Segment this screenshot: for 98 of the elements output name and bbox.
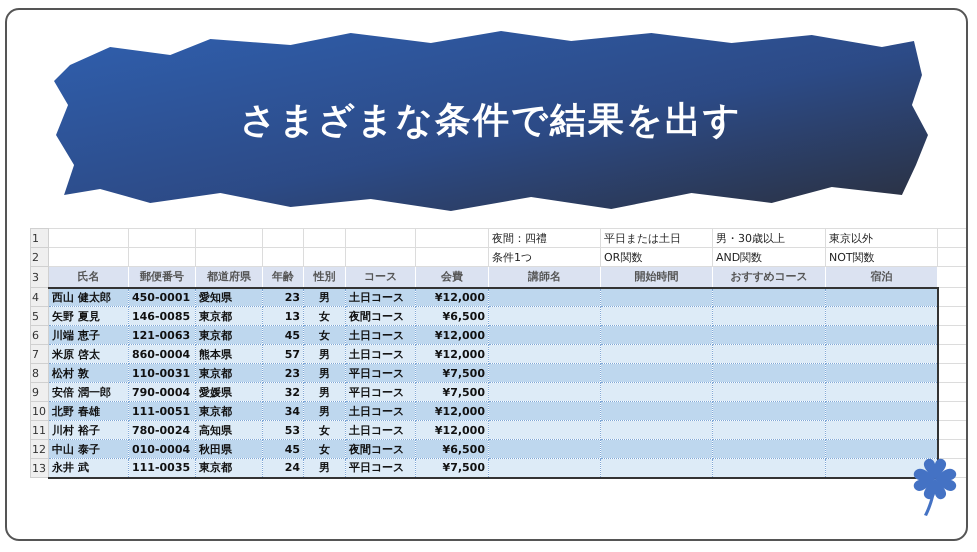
column-header: 氏名 [48,266,128,288]
row-number: 3 [30,266,48,288]
column-header: 会費 [416,266,488,288]
table-cell: ¥6,500 [416,440,488,458]
table-cell: 男 [304,402,346,420]
table-cell: 男 [304,344,346,364]
table-cell [346,228,416,248]
column-header: 開始時間 [600,266,712,288]
table-cell [938,228,966,248]
table-cell: ¥12,000 [416,420,488,440]
table-cell: 川端 恵子 [48,326,128,344]
table-cell: ¥6,500 [416,306,488,326]
table-cell: ¥12,000 [416,344,488,364]
table-cell: 010-0004 [128,440,196,458]
table-cell: 中山 泰子 [48,440,128,458]
table-cell: 23 [262,364,304,382]
table-cell: 32 [262,382,304,402]
table-cell: 790-0004 [128,382,196,402]
column-header: おすすめコース [712,266,826,288]
table-cell: 永井 武 [48,458,128,478]
row-number: 11 [30,420,48,440]
table-cell: 東京都 [196,458,262,478]
table-cell: 米原 啓太 [48,344,128,364]
table-cell: 北野 春雄 [48,402,128,420]
table-cell: 111-0035 [128,458,196,478]
table-cell: 土日コース [346,420,416,440]
table-cell: 平日コース [346,364,416,382]
table-cell: 男・30歳以上 [712,228,826,248]
table-cell: 高知県 [196,420,262,440]
row-number: 2 [30,248,48,266]
table-cell: 土日コース [346,344,416,364]
table-cell: 女 [304,420,346,440]
table-cell: 女 [304,326,346,344]
column-header: 年齢 [262,266,304,288]
table-cell: 平日または土日 [600,228,712,248]
table-cell: 平日コース [346,458,416,478]
table-cell: 東京以外 [826,228,938,248]
table-cell [304,228,346,248]
table-cell: 安倍 潤一郎 [48,382,128,402]
table-cell: 土日コース [346,402,416,420]
table-cell: 45 [262,440,304,458]
table-cell: 110-0031 [128,364,196,382]
table-cell: 川村 裕子 [48,420,128,440]
banner-title: さまざまな条件で結果を出す [240,98,742,142]
table-cell: ¥7,500 [416,382,488,402]
row-number: 8 [30,364,48,382]
table-cell: ¥12,000 [416,402,488,420]
table-cell: 夜間コース [346,440,416,458]
table-cell: 女 [304,440,346,458]
table-cell: 東京都 [196,326,262,344]
table-cell: 女 [304,306,346,326]
table-cell: 121-0063 [128,326,196,344]
row-number: 5 [30,306,48,326]
table-cell: 780-0024 [128,420,196,440]
table-cell [262,228,304,248]
table-cell: 男 [304,364,346,382]
table-cell: 111-0051 [128,402,196,420]
table-cell: 松村 敦 [48,364,128,382]
column-header: 性別 [304,266,346,288]
table-cell: ¥7,500 [416,458,488,478]
column-header: コース [346,266,416,288]
column-header: 講師名 [488,266,600,288]
table-cell: 53 [262,420,304,440]
row-number: 7 [30,344,48,364]
table-cell: 愛媛県 [196,382,262,402]
table-cell: 土日コース [346,326,416,344]
table-cell: 東京都 [196,364,262,382]
table-cell: 13 [262,306,304,326]
table-cell [196,228,262,248]
row-number: 12 [30,440,48,458]
table-cell: 夜間コース [346,306,416,326]
table-cell: 男 [304,458,346,478]
column-header: 郵便番号 [128,266,196,288]
row-number: 4 [30,288,48,306]
table-cell: 東京都 [196,402,262,420]
table-cell: 57 [262,344,304,364]
table-cell: ¥12,000 [416,326,488,344]
row-number: 13 [30,458,48,478]
table-cell: 秋田県 [196,440,262,458]
table-cell: 熊本県 [196,344,262,364]
column-header: 宿泊 [826,266,938,288]
table-cell: 45 [262,326,304,344]
table-cell: 146-0085 [128,306,196,326]
table-cell: 860-0004 [128,344,196,364]
table-cell: ¥7,500 [416,364,488,382]
row-number: 9 [30,382,48,402]
column-header: 都道府県 [196,266,262,288]
row-number: 10 [30,402,48,420]
table-cell [128,228,196,248]
table-cell: 男 [304,382,346,402]
table-cell: 夜間：四禮 [488,228,600,248]
table-cell: 24 [262,458,304,478]
table-cell: 平日コース [346,382,416,402]
row-number: 1 [30,228,48,248]
table-cell: 東京都 [196,306,262,326]
table-cell: 34 [262,402,304,420]
table-cell: 矢野 夏見 [48,306,128,326]
row-number: 6 [30,326,48,344]
